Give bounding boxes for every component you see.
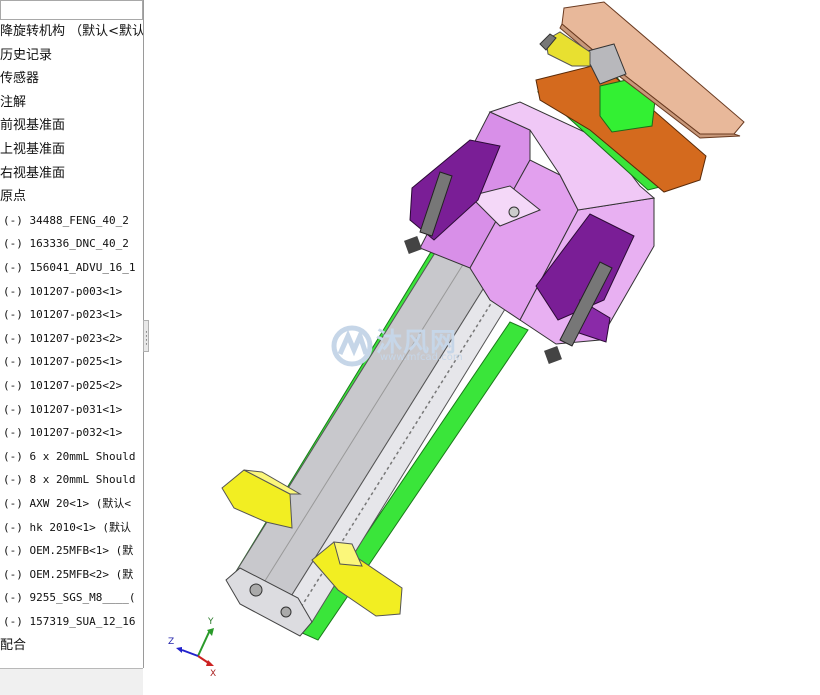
tree-item[interactable]: (-) 101207-p032<1> <box>0 422 122 444</box>
tree-item[interactable]: (-) 101207-p003<1> <box>0 281 122 303</box>
tree-bottom-bar <box>0 668 143 695</box>
x-axis-label: X <box>210 669 216 679</box>
feature-tree-panel: 降旋转机构 （默认<默认 历史记录 传感器 注解 前视基准面 上视基准面 右视基准面 原点 (-… <box>0 0 144 668</box>
tree-item[interactable]: (-) OEM.25MFB<1> (默 <box>0 540 133 562</box>
z-axis-label: Z <box>168 637 174 647</box>
coordinate-triad: Y X Z <box>168 617 216 679</box>
cad-3d-viewport[interactable] <box>150 0 820 694</box>
tree-item[interactable]: (-) hk 2010<1> (默认 <box>0 517 131 539</box>
tree-item[interactable]: (-) 101207-p031<1> <box>0 399 122 421</box>
z-axis-icon <box>181 649 199 657</box>
tree-item[interactable]: (-) 163336_DNC_40_2 <box>0 233 129 255</box>
tree-item[interactable]: (-) 8 x 20mmL Should <box>0 469 135 491</box>
grip-dots-icon: · · · · <box>145 328 148 350</box>
y-axis-label: Y <box>207 617 214 627</box>
y-axis-icon <box>197 629 211 657</box>
shock-absorber-right-nut <box>544 346 562 364</box>
pink-screw <box>508 206 520 218</box>
tree-item[interactable]: (-) 101207-p023<1> <box>0 304 122 326</box>
tree-filter-box[interactable] <box>0 0 143 20</box>
tree-item[interactable]: (-) 157319_SUA_12_16 <box>0 611 135 633</box>
tree-item[interactable]: (-) 34488_FENG_40_2 <box>0 210 129 232</box>
x-axis-arrow-icon <box>206 660 214 666</box>
z-axis-arrow-icon <box>176 647 182 653</box>
tree-item[interactable]: 前视基准面 <box>0 115 65 137</box>
tree-item[interactable]: 传感器 <box>0 68 39 90</box>
shock-absorber-left-nut <box>404 236 422 254</box>
tree-item[interactable]: 配合 <box>0 635 26 657</box>
tree-item[interactable]: 注解 <box>0 92 26 114</box>
tree-item[interactable]: (-) 156041_ADVU_16_1 <box>0 257 135 279</box>
tree-item[interactable]: 右视基准面 <box>0 163 65 185</box>
tree-item[interactable]: (-) OEM.25MFB<2> (默 <box>0 564 133 586</box>
yellow-clamp-left <box>221 469 293 529</box>
tree-item[interactable]: (-) 9255_SGS_M8____( <box>0 587 135 609</box>
end-cap-screw-2 <box>280 606 292 618</box>
panel-splitter-handle[interactable]: · · · · <box>143 320 149 352</box>
tree-item[interactable]: (-) AXW 20<1> (默认< <box>0 493 131 515</box>
tree-item[interactable]: 原点 <box>0 186 26 208</box>
tree-item[interactable]: (-) 101207-p025<2> <box>0 375 122 397</box>
end-cap-screw-1 <box>249 583 263 597</box>
tree-item[interactable]: (-) 101207-p025<1> <box>0 351 122 373</box>
tree-item[interactable]: (-) 6 x 20mmL Should <box>0 446 135 468</box>
tree-item[interactable]: 上视基准面 <box>0 139 65 161</box>
tree-item[interactable]: (-) 101207-p023<2> <box>0 328 122 350</box>
tree-item[interactable]: 历史记录 <box>0 45 52 67</box>
tree-item[interactable]: 降旋转机构 （默认<默认 <box>0 21 143 43</box>
